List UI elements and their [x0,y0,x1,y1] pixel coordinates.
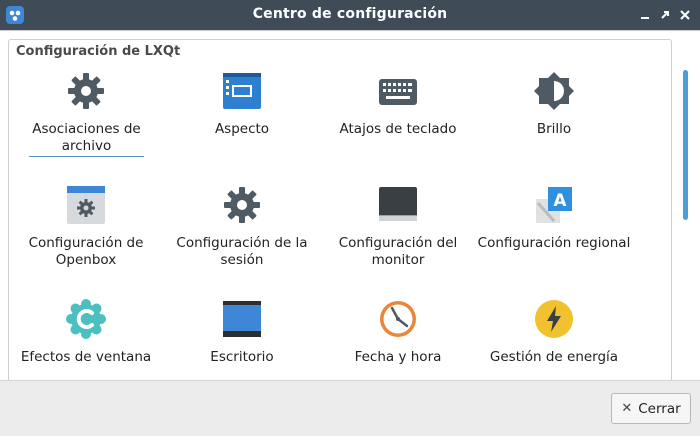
close-button-label: Cerrar [638,400,681,417]
close-button[interactable]: ✕ Cerrar [611,393,691,424]
item-label: Aspecto [214,121,270,137]
item-label: Gestión de energía [489,349,619,365]
item-label: Configuración de Openbox [28,235,144,268]
item-label: Configuración del monitor [338,235,458,268]
gear-icon [68,73,104,109]
minimize-icon[interactable] [637,7,653,23]
item-gestion-de-energia[interactable]: Gestión de energía [476,299,632,389]
item-configuracion-de-openbox[interactable]: Configuración de Openbox [8,185,164,275]
close-x-icon: ✕ [621,401,633,416]
close-icon[interactable] [677,7,693,23]
brightness-icon [534,72,574,110]
item-label: Atajos de teclado [339,121,457,137]
gear-icon [224,187,260,223]
item-fecha-y-hora[interactable]: Fecha y hora [320,299,476,389]
power-icon [535,300,573,338]
item-configuracion-del-monitor[interactable]: Configuración del monitor [320,185,476,275]
compositor-icon [66,299,106,339]
item-label: Configuración de la sesión [176,235,308,268]
item-label: Escritorio [210,349,274,365]
item-atajos-de-teclado[interactable]: Atajos de teclado [320,71,476,161]
item-brillo[interactable]: Brillo [476,71,632,161]
item-configuracion-de-la-sesion[interactable]: Configuración de la sesión [164,185,320,275]
title-bar[interactable]: Centro de configuración [0,0,700,30]
group-title: Configuración de LXQt [14,44,183,59]
locale-icon: A [536,187,572,223]
vertical-scrollbar[interactable] [681,66,691,406]
settings-window: Centro de configuración Configuración de… [0,0,700,436]
maximize-icon[interactable] [657,7,673,23]
item-configuracion-regional[interactable]: A Configuración regional [476,185,632,275]
svg-text:A: A [553,191,567,211]
item-label: Fecha y hora [354,349,442,365]
item-label: Configuración regional [477,235,631,251]
content-area: Configuración de LXQt Asociaciones de ar… [0,30,700,401]
keyboard-icon [379,79,417,105]
window-title: Centro de configuración [252,6,448,22]
clock-icon [380,301,416,337]
scrollbar-thumb[interactable] [683,70,688,220]
item-asociaciones-de-archivo[interactable]: Asociaciones de archivo [8,71,164,161]
item-label: Asociaciones de archivo [29,121,144,157]
monitor-icon [379,187,417,221]
item-label: Brillo [536,121,572,137]
openbox-icon [67,186,105,224]
button-bar: ✕ Cerrar [0,380,700,436]
desktop-icon [223,301,261,337]
appearance-icon [223,73,261,109]
item-efectos-de-ventana[interactable]: Efectos de ventana [8,299,164,389]
item-aspecto[interactable]: Aspecto [164,71,320,161]
item-escritorio[interactable]: Escritorio [164,299,320,389]
item-label: Efectos de ventana [20,349,152,365]
